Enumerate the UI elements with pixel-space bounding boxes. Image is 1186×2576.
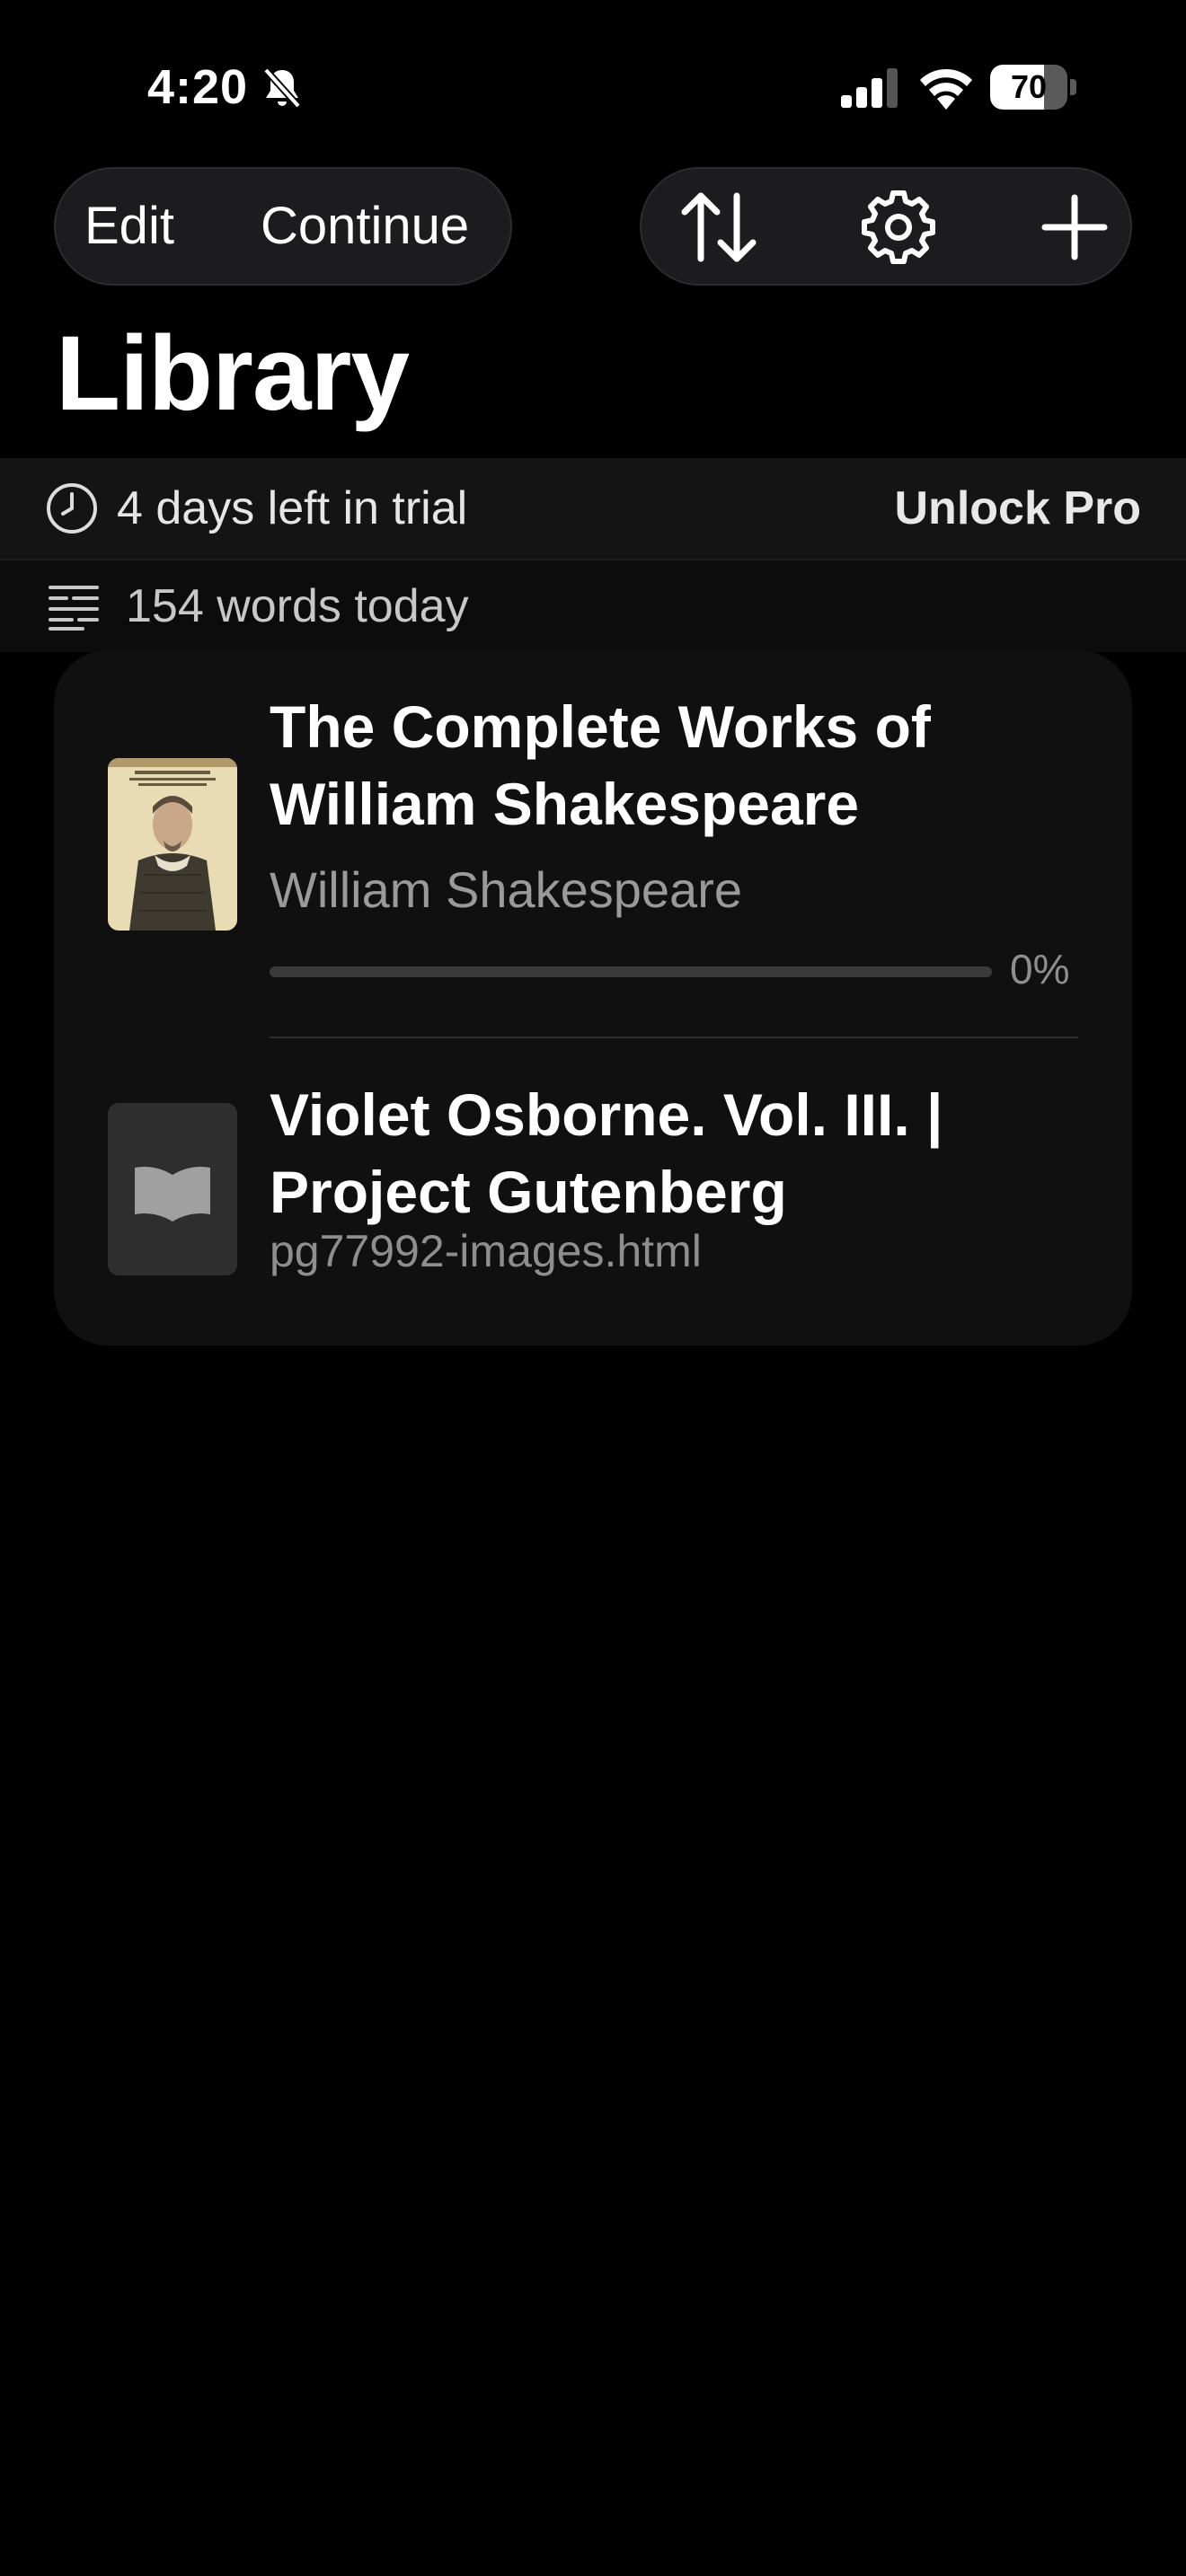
reading-progress-bar (270, 966, 992, 977)
sort-icon[interactable] (677, 189, 760, 266)
book-item[interactable]: The Complete Works of William Shakespear… (54, 650, 1132, 1037)
unlock-pro-button[interactable]: Unlock Pro (895, 458, 1142, 559)
words-today-banner: 154 words today (0, 559, 1186, 652)
edit-button[interactable]: Edit (84, 169, 174, 284)
plus-icon[interactable] (1033, 189, 1116, 266)
placeholder-cover (108, 1103, 237, 1275)
progress-percent: 0% (1010, 946, 1070, 992)
cellular-signal-icon (841, 68, 898, 108)
trial-status-text: 4 days left in trial (117, 482, 468, 534)
bell-slash-icon (263, 67, 301, 109)
battery-indicator: 70 (990, 65, 1076, 110)
clock-icon (47, 483, 97, 534)
text-lines-icon (49, 586, 99, 631)
book-icon (135, 1167, 210, 1222)
continue-button[interactable]: Continue (261, 169, 469, 284)
trial-banner: 4 days left in trial Unlock Pro (0, 458, 1186, 559)
book-cover-image (108, 758, 237, 931)
gear-icon[interactable] (857, 189, 940, 266)
book-title: The Complete Works of William Shakespear… (270, 693, 931, 837)
book-title: Violet Osborne. Vol. III. | Project Gute… (270, 1081, 943, 1225)
wifi-icon (920, 68, 972, 110)
actions-group (640, 167, 1132, 286)
library-list: The Complete Works of William Shakespear… (54, 650, 1132, 1345)
book-filename: pg77992-images.html (270, 1226, 702, 1276)
words-today-text: 154 words today (126, 580, 469, 632)
battery-level: 70 (1010, 68, 1048, 105)
edit-continue-group: Edit Continue (54, 167, 512, 286)
page-title: Library (56, 314, 410, 433)
status-time: 4:20 (147, 60, 249, 114)
book-author: William Shakespeare (270, 861, 742, 918)
book-item[interactable]: Violet Osborne. Vol. III. | Project Gute… (54, 1038, 1132, 1345)
